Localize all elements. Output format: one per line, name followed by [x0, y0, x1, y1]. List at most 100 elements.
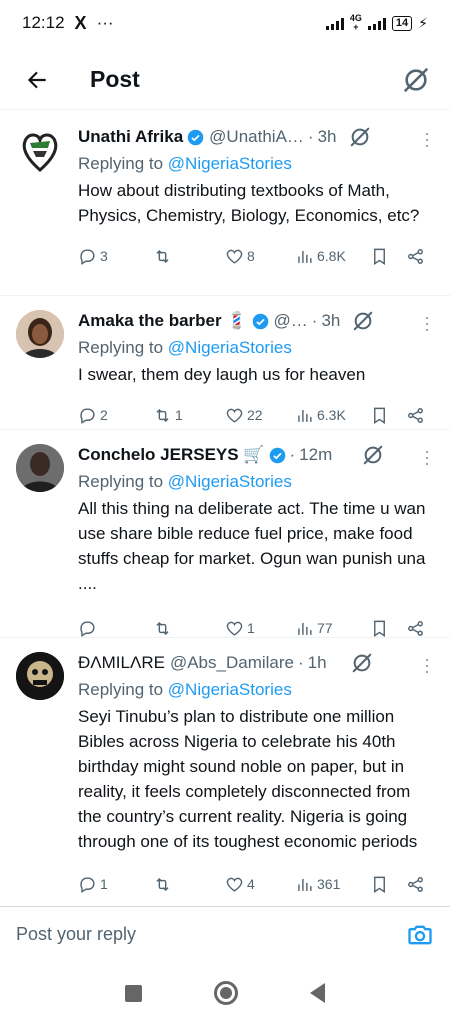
bookmark-icon: [374, 248, 385, 265]
like-icon: [226, 408, 243, 423]
views-button[interactable]: 361: [295, 875, 370, 894]
share-button[interactable]: [406, 619, 425, 638]
replying-to: Replying to @NigeriaStories: [78, 338, 292, 357]
reply-button[interactable]: [78, 619, 153, 638]
like-button[interactable]: 4: [225, 875, 295, 894]
author-handle[interactable]: @…: [274, 311, 308, 331]
top-app-bar: Post: [0, 50, 450, 110]
share-icon: [408, 248, 423, 264]
author-handle[interactable]: @Abs_Damilare: [170, 653, 294, 673]
views-icon: [298, 250, 312, 263]
share-icon: [408, 407, 423, 423]
reply-text: All this thing na deliberate act. The ti…: [78, 499, 426, 593]
author-name[interactable]: ĐΛMILΛRE: [78, 653, 165, 673]
like-button[interactable]: 8: [225, 247, 295, 266]
author-name[interactable]: Conchelo JERSEYS 🛒: [78, 445, 265, 465]
grok-icon[interactable]: [349, 126, 371, 148]
reply-item[interactable]: Conchelo JERSEYS 🛒 · 12m · · · Replying to…: [0, 430, 450, 638]
reply-input[interactable]: Post your reply: [16, 924, 406, 945]
reply-text: Seyi Tinubu’s plan to distribute one mil…: [78, 707, 418, 851]
reply-item[interactable]: Unathi Afrika @UnathiA… · 3h · · · Replyin…: [0, 112, 450, 296]
bookmark-button[interactable]: [370, 247, 406, 266]
retweet-button[interactable]: [153, 875, 225, 894]
views-button[interactable]: 6.8K: [295, 247, 370, 266]
grok-icon[interactable]: [352, 310, 374, 332]
reply-composer: Post your reply: [0, 906, 450, 962]
reply-button[interactable]: 2: [78, 406, 153, 425]
page-title: Post: [90, 66, 140, 92]
bookmark-button[interactable]: [370, 875, 406, 894]
back-icon[interactable]: [310, 983, 325, 1003]
replying-to: Replying to @NigeriaStories: [78, 154, 292, 173]
share-button[interactable]: [406, 875, 425, 894]
like-icon: [226, 621, 243, 636]
replies-feed[interactable]: Unathi Afrika @UnathiA… · 3h · · · Replyin…: [0, 112, 450, 902]
signal-icon-2: [367, 16, 386, 30]
reply-item[interactable]: ĐΛMILΛRE @Abs_Damilare · 1h · · · Replying…: [0, 638, 450, 902]
bookmark-icon: [374, 876, 385, 893]
author-name[interactable]: Amaka the barber 💈: [78, 311, 248, 331]
camera-icon[interactable]: [406, 921, 434, 949]
reply-item[interactable]: Amaka the barber 💈 @… · 3h · · · Replying …: [0, 296, 450, 430]
author-name[interactable]: Unathi Afrika: [78, 127, 183, 147]
bookmark-icon: [374, 620, 385, 637]
like-button[interactable]: 1: [225, 619, 295, 638]
share-icon: [408, 876, 423, 892]
retweet-icon: [156, 621, 169, 635]
charging-icon: ⚡: [418, 14, 428, 31]
network-type: 4G +: [349, 13, 362, 32]
more-options-icon[interactable]: · · ·: [422, 124, 432, 154]
mention-link[interactable]: @NigeriaStories: [168, 154, 292, 173]
retweet-button[interactable]: [153, 247, 225, 266]
share-button[interactable]: [406, 247, 425, 266]
back-arrow-icon[interactable]: [20, 63, 54, 97]
system-nav-bar: [0, 962, 450, 1024]
avatar[interactable]: [16, 652, 64, 700]
verified-badge-icon: [187, 129, 204, 145]
x-app-icon: X: [74, 12, 87, 33]
views-button[interactable]: 6.3K: [295, 406, 370, 425]
avatar[interactable]: [16, 444, 64, 492]
replying-to: Replying to @NigeriaStories: [78, 680, 292, 699]
reply-icon: [80, 876, 95, 893]
grok-icon[interactable]: [402, 66, 430, 94]
mention-link[interactable]: @NigeriaStories: [168, 338, 292, 357]
mention-link[interactable]: @NigeriaStories: [168, 472, 292, 491]
post-time[interactable]: 1h: [308, 653, 327, 673]
post-time[interactable]: 12m: [299, 445, 332, 465]
retweet-icon: [156, 877, 169, 891]
like-button[interactable]: 22: [225, 406, 295, 425]
bookmark-button[interactable]: [370, 406, 406, 425]
share-button[interactable]: [406, 406, 425, 425]
more-options-icon[interactable]: · · ·: [422, 442, 432, 472]
like-icon: [226, 877, 243, 892]
action-bar: 1 4 361: [78, 862, 434, 902]
author-handle[interactable]: @UnathiA…: [209, 127, 304, 147]
home-icon[interactable]: [214, 981, 238, 1005]
bookmark-button[interactable]: [370, 619, 406, 638]
avatar[interactable]: [16, 310, 64, 358]
recents-icon[interactable]: [125, 984, 142, 1002]
avatar[interactable]: [16, 126, 64, 174]
retweet-icon: [156, 249, 169, 263]
reply-button[interactable]: 3: [78, 247, 153, 266]
post-time[interactable]: 3h: [321, 311, 340, 331]
retweet-button[interactable]: 1: [153, 406, 225, 425]
mention-link[interactable]: @NigeriaStories: [168, 680, 292, 699]
share-icon: [408, 620, 423, 636]
verified-badge-icon: [269, 447, 285, 463]
reply-icon: [80, 248, 95, 265]
post-time[interactable]: 3h: [318, 127, 337, 147]
reply-icon: [80, 620, 95, 637]
retweet-button[interactable]: [153, 619, 225, 638]
grok-icon[interactable]: [351, 652, 373, 674]
views-icon: [298, 622, 312, 635]
replying-to: Replying to @NigeriaStories: [78, 472, 292, 491]
reply-button[interactable]: 1: [78, 875, 153, 894]
like-icon: [226, 249, 243, 264]
grok-icon[interactable]: [362, 444, 384, 466]
views-button[interactable]: 77: [295, 619, 370, 638]
battery-icon: 14: [391, 15, 413, 31]
more-options-icon[interactable]: · · ·: [422, 650, 432, 680]
more-options-icon[interactable]: · · ·: [422, 308, 432, 338]
